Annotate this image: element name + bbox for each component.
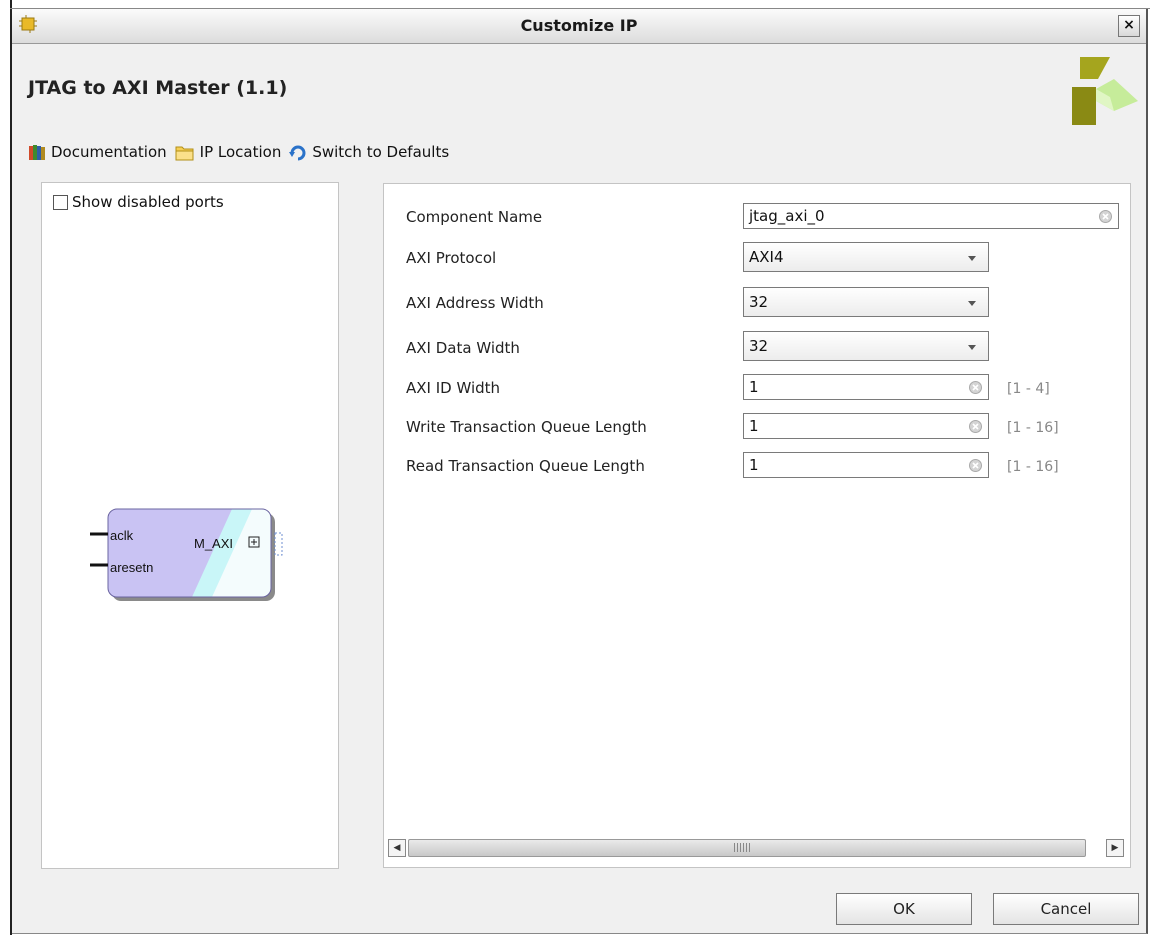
read-queue-length-range: [1 - 16] bbox=[1007, 459, 1059, 475]
xilinx-logo-icon bbox=[1058, 53, 1140, 135]
read-queue-length-label: Read Transaction Queue Length bbox=[406, 457, 645, 475]
cancel-button[interactable]: Cancel bbox=[993, 893, 1139, 925]
documentation-button[interactable]: Documentation bbox=[28, 143, 167, 161]
refresh-icon bbox=[289, 145, 306, 160]
customize-ip-dialog: Customize IP × JTAG to AXI Master (1.1) … bbox=[12, 9, 1148, 934]
read-queue-length-value: 1 bbox=[749, 456, 759, 474]
toolbar: Documentation IP Location Switch to Defa… bbox=[28, 140, 457, 164]
axi-address-width-select[interactable]: 32 bbox=[743, 287, 989, 317]
component-name-label: Component Name bbox=[406, 208, 543, 226]
m-axi-port-label: M_AXI bbox=[194, 536, 233, 551]
chevron-down-icon bbox=[968, 301, 976, 306]
write-queue-length-field[interactable]: 1 bbox=[743, 413, 989, 439]
folder-icon bbox=[175, 146, 194, 160]
clear-icon[interactable] bbox=[969, 420, 982, 433]
component-name-value: jtag_axi_0 bbox=[749, 207, 825, 225]
ip-title: JTAG to AXI Master (1.1) bbox=[28, 77, 288, 99]
write-queue-length-range: [1 - 16] bbox=[1007, 420, 1059, 436]
axi-protocol-label: AXI Protocol bbox=[406, 249, 497, 267]
axi-id-width-label: AXI ID Width bbox=[406, 379, 501, 397]
axi-id-width-field[interactable]: 1 bbox=[743, 374, 989, 400]
axi-address-width-label: AXI Address Width bbox=[406, 294, 544, 312]
scrollbar-grip bbox=[734, 843, 752, 852]
ip-location-label: IP Location bbox=[199, 143, 282, 161]
chevron-down-icon bbox=[968, 345, 976, 350]
read-queue-length-field[interactable]: 1 bbox=[743, 452, 989, 478]
switch-to-defaults-label: Switch to Defaults bbox=[312, 143, 450, 161]
write-queue-length-value: 1 bbox=[749, 417, 759, 435]
scroll-right-icon[interactable]: ▶ bbox=[1106, 839, 1124, 857]
clear-icon[interactable] bbox=[1099, 210, 1112, 223]
axi-protocol-value: AXI4 bbox=[749, 248, 784, 266]
axi-protocol-select[interactable]: AXI4 bbox=[743, 242, 989, 272]
ok-button[interactable]: OK bbox=[836, 893, 972, 925]
documentation-icon bbox=[29, 144, 45, 160]
axi-id-width-value: 1 bbox=[749, 378, 759, 396]
clear-icon[interactable] bbox=[969, 381, 982, 394]
window-title: Customize IP bbox=[520, 16, 638, 35]
chevron-down-icon bbox=[968, 256, 976, 261]
horizontal-scrollbar[interactable]: ◀ ▶ bbox=[388, 839, 1124, 857]
axi-address-width-value: 32 bbox=[749, 293, 769, 311]
component-name-field[interactable]: jtag_axi_0 bbox=[743, 203, 1119, 229]
axi-id-width-range: [1 - 4] bbox=[1007, 381, 1050, 397]
scroll-left-icon[interactable]: ◀ bbox=[388, 839, 406, 857]
switch-to-defaults-button[interactable]: Switch to Defaults bbox=[289, 143, 449, 161]
ip-symbol-panel: Show disabled ports aclk aresetn M_AXI bbox=[41, 182, 339, 869]
close-button[interactable]: × bbox=[1118, 15, 1140, 37]
write-queue-length-label: Write Transaction Queue Length bbox=[406, 418, 647, 436]
title-bar[interactable]: Customize IP × bbox=[12, 9, 1146, 44]
axi-data-width-label: AXI Data Width bbox=[406, 339, 520, 357]
scrollbar-thumb[interactable] bbox=[408, 839, 1086, 857]
aresetn-port-label: aresetn bbox=[110, 560, 153, 575]
axi-data-width-value: 32 bbox=[749, 337, 769, 355]
aclk-port-label: aclk bbox=[110, 528, 134, 543]
parameters-panel: Component Name jtag_axi_0 AXI Protocol A… bbox=[383, 183, 1131, 868]
ip-block-symbol: aclk aresetn M_AXI bbox=[90, 508, 283, 601]
ip-location-button[interactable]: IP Location bbox=[175, 143, 282, 161]
clear-icon[interactable] bbox=[969, 459, 982, 472]
axi-data-width-select[interactable]: 32 bbox=[743, 331, 989, 361]
documentation-label: Documentation bbox=[51, 143, 167, 161]
m-axi-bus-interface bbox=[274, 532, 283, 556]
